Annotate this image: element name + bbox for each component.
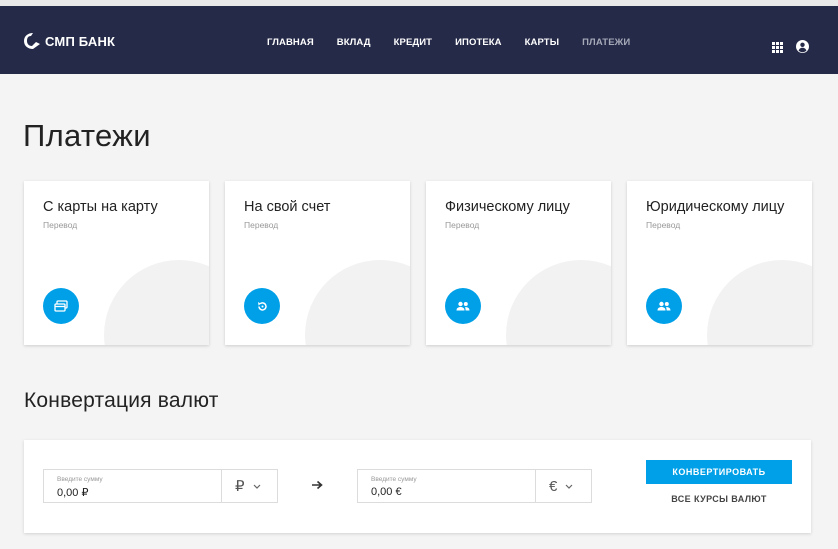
chevron-down-icon	[253, 484, 260, 489]
legal-entity-button[interactable]	[646, 288, 682, 324]
conversion-section-title: Конвертация валют	[24, 389, 219, 412]
bank-logo[interactable]: СМП БАНК	[22, 32, 115, 50]
card-decoration	[506, 260, 611, 345]
nav-item-cards[interactable]: КАРТЫ	[525, 37, 559, 48]
refresh-icon	[257, 301, 267, 311]
payment-card-card-to-card[interactable]: С карты на карту Перевод	[24, 181, 209, 345]
own-account-button[interactable]	[244, 288, 280, 324]
user-account-icon[interactable]	[796, 40, 809, 53]
from-amount-value: 0,00 ₽	[57, 487, 89, 499]
convert-button[interactable]: КОНВЕРТИРОВАТЬ	[646, 460, 792, 484]
main-nav: ГЛАВНАЯ ВКЛАД КРЕДИТ ИПОТЕКА КАРТЫ ПЛАТЕ…	[267, 37, 653, 48]
nav-item-deposit[interactable]: ВКЛАД	[337, 37, 371, 48]
card-transfer-button[interactable]	[43, 288, 79, 324]
from-amount-field[interactable]: Введите сумму 0,00 ₽	[43, 469, 222, 503]
to-amount-value: 0,00 €	[371, 486, 402, 498]
card-title: Физическому лицу	[445, 199, 570, 215]
from-currency-select[interactable]: ₽	[221, 469, 278, 503]
from-currency-symbol: ₽	[235, 478, 245, 495]
nav-item-mortgage[interactable]: ИПОТЕКА	[455, 37, 502, 48]
people-icon	[657, 301, 671, 311]
card-subtitle: Перевод	[43, 220, 78, 230]
payment-card-legal-entity[interactable]: Юридическому лицу Перевод	[627, 181, 812, 345]
currency-conversion-panel: Введите сумму 0,00 ₽ ₽ Введите сумму 0,0…	[24, 440, 811, 533]
nav-item-main[interactable]: ГЛАВНАЯ	[267, 37, 314, 48]
apps-grid-icon[interactable]	[772, 42, 783, 53]
people-icon	[456, 301, 470, 311]
to-amount-field[interactable]: Введите сумму 0,00 €	[357, 469, 536, 503]
individual-button[interactable]	[445, 288, 481, 324]
card-subtitle: Перевод	[445, 220, 480, 230]
nav-item-credit[interactable]: КРЕДИТ	[394, 37, 432, 48]
arrow-right-icon	[312, 480, 323, 490]
to-amount-label: Введите сумму	[371, 476, 417, 483]
payment-card-own-account[interactable]: На свой счет Перевод	[225, 181, 410, 345]
bank-brand-name: СМП БАНК	[45, 33, 116, 49]
chevron-down-icon	[565, 484, 573, 489]
card-decoration	[707, 260, 812, 345]
card-decoration	[305, 260, 410, 345]
card-title: С карты на карту	[43, 199, 158, 215]
page-title: Платежи	[23, 118, 151, 153]
card-subtitle: Перевод	[244, 220, 279, 230]
nav-item-payments[interactable]: ПЛАТЕЖИ	[582, 37, 630, 48]
card-transfer-icon	[54, 300, 68, 312]
card-subtitle: Перевод	[646, 220, 681, 230]
to-currency-symbol: €	[549, 477, 558, 495]
from-amount-label: Введите сумму	[57, 476, 103, 483]
card-title: Юридическому лицу	[646, 199, 785, 215]
payment-card-individual[interactable]: Физическому лицу Перевод	[426, 181, 611, 345]
card-title: На свой счет	[244, 199, 331, 215]
bank-logo-icon	[24, 33, 40, 49]
header: СМП БАНК ГЛАВНАЯ ВКЛАД КРЕДИТ ИПОТЕКА КА…	[0, 6, 838, 74]
to-currency-select[interactable]: €	[535, 469, 592, 503]
card-decoration	[104, 260, 209, 345]
all-rates-link[interactable]: ВСЕ КУРСЫ ВАЛЮТ	[646, 494, 792, 504]
